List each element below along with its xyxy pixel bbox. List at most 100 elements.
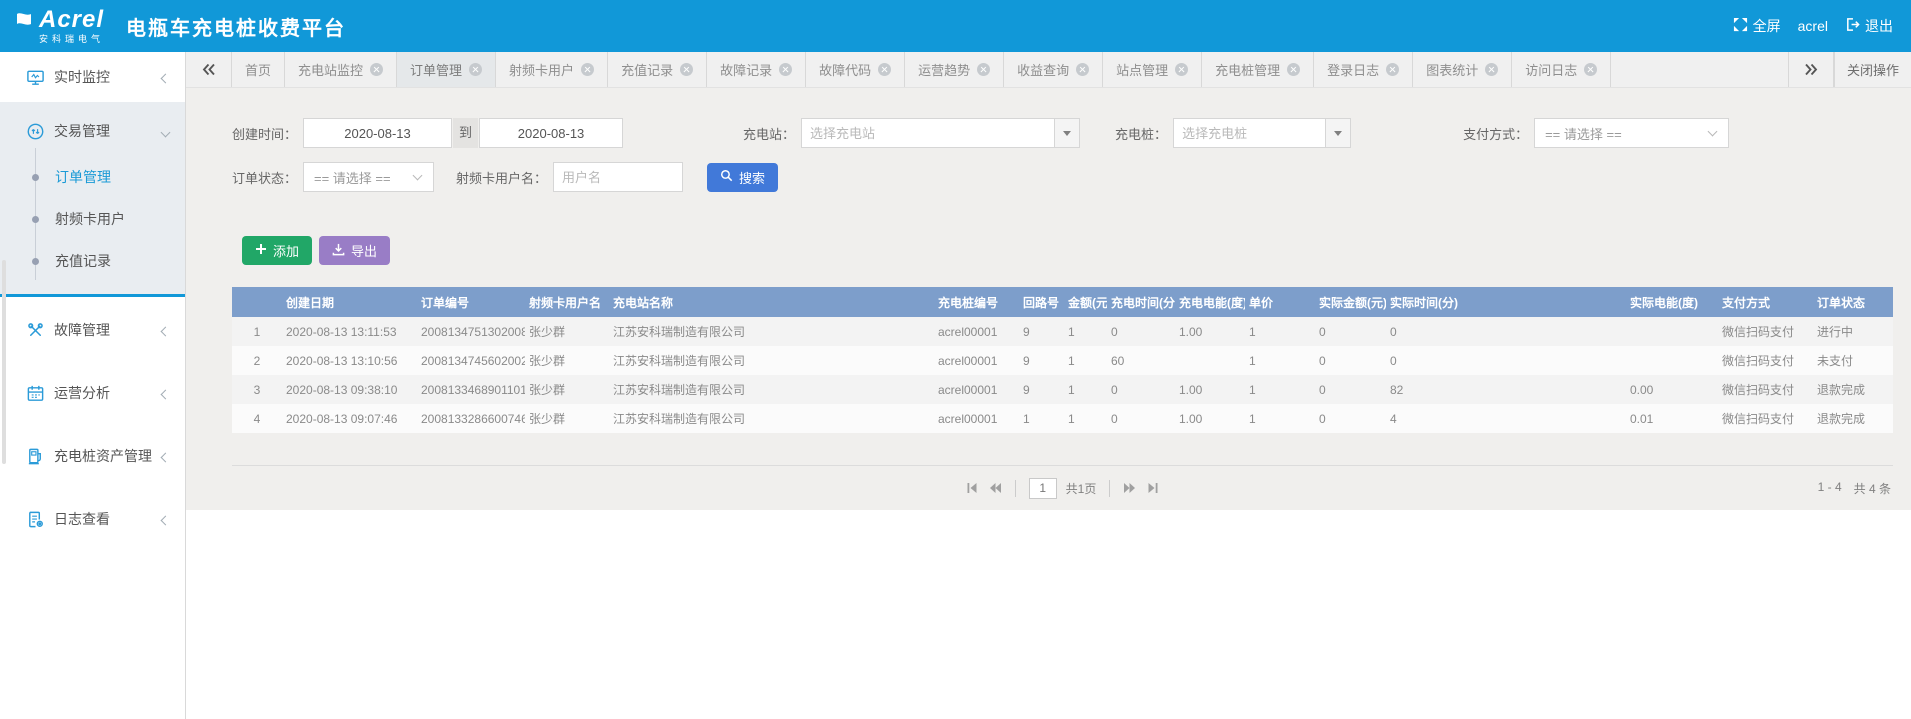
sidebar-item-recharge-record[interactable]: 充值记录 [0,240,185,282]
tab-rfid-user[interactable]: 射频卡用户 [496,52,608,87]
close-icon[interactable] [977,63,990,76]
table-cell: 2020-08-13 13:10:56 [282,346,417,375]
pile-input[interactable] [1173,118,1325,148]
table-cell: 张少群 [525,346,609,375]
sidebar-group-pile-asset-management[interactable]: 充电桩资产管理 [0,431,185,481]
fullscreen-icon [1733,17,1748,35]
log-document-icon [26,510,45,529]
table-cell: 0 [1315,404,1386,433]
pile-label: 充电桩： [1115,124,1167,143]
table-row[interactable]: 1 2020-08-13 13:11:53 2008134751302008 张… [232,317,1893,346]
rfid-user-input[interactable] [553,162,683,192]
first-page-icon[interactable] [965,481,979,495]
sidebar-group-transaction-management[interactable]: 交易管理 [0,106,185,156]
table-cell: 1 [1064,346,1107,375]
tab-order-management[interactable]: 订单管理 [397,52,496,87]
tab-pile-management[interactable]: 充电桩管理 [1202,52,1314,87]
tab-scroll-right-icon[interactable] [1788,52,1834,87]
close-icon[interactable] [1485,63,1498,76]
download-icon [332,243,345,259]
logo-subtitle: 安科瑞电气 [39,35,104,44]
tab-fault-record[interactable]: 故障记录 [707,52,806,87]
export-button[interactable]: 导出 [319,236,390,265]
close-icon[interactable] [779,63,792,76]
close-icon[interactable] [469,63,482,76]
tab-scroll-left-icon[interactable] [186,52,232,87]
table-cell: 9 [1019,346,1064,375]
bullet-icon [32,258,39,265]
pile-dropdown-button[interactable] [1325,118,1351,148]
sidebar-group-fault-management[interactable]: 故障管理 [0,305,185,355]
sidebar-group-realtime-monitor[interactable]: 实时监控 [0,52,185,102]
close-icon[interactable] [1584,63,1597,76]
close-operations-menu[interactable]: 关闭操作 [1834,52,1911,87]
close-icon[interactable] [1076,63,1089,76]
prev-page-icon[interactable] [988,481,1002,495]
add-button[interactable]: 添加 [242,236,312,265]
tab-recharge-record[interactable]: 充值记录 [608,52,707,87]
table-row[interactable]: 3 2020-08-13 09:38:10 2008133468901101 张… [232,375,1893,404]
table-cell: 0 [1386,317,1626,346]
username[interactable]: acrel [1798,18,1828,34]
close-icon[interactable] [878,63,891,76]
table-cell: 微信扫码支付 [1718,404,1813,433]
search-button[interactable]: 搜索 [707,163,778,192]
tab-revenue-query[interactable]: 收益查询 [1004,52,1103,87]
close-icon[interactable] [1386,63,1399,76]
table-cell: 江苏安科瑞制造有限公司 [609,404,934,433]
logout-button[interactable]: 退出 [1845,16,1893,36]
next-page-icon[interactable] [1123,481,1137,495]
table-cell: 张少群 [525,375,609,404]
col-create-date: 创建日期 [282,287,417,317]
close-icon[interactable] [1287,63,1300,76]
acrel-logo: Acrel 安科瑞电气 [14,8,104,44]
order-status-select[interactable]: == 请选择 == [303,162,434,192]
search-icon [720,169,733,185]
table-cell: 1.00 [1175,375,1245,404]
date-from-input[interactable] [303,118,452,148]
tab-station-monitor[interactable]: 充电站监控 [285,52,397,87]
table-cell: acrel00001 [934,404,1019,433]
table-row[interactable]: 2 2020-08-13 13:10:56 2008134745602002 张… [232,346,1893,375]
table-row[interactable]: 4 2020-08-13 09:07:46 2008133286600746 张… [232,404,1893,433]
chevron-left-icon [161,453,171,463]
table-cell: 1.00 [1175,317,1245,346]
station-dropdown-button[interactable] [1054,118,1080,148]
close-icon[interactable] [370,63,383,76]
close-icon[interactable] [680,63,693,76]
tab-site-management[interactable]: 站点管理 [1103,52,1202,87]
date-to-input[interactable] [479,118,623,148]
station-combo [801,118,1080,148]
sidebar-scrollbar[interactable] [2,260,6,464]
tab-home[interactable]: 首页 [232,52,285,87]
sidebar-item-order-management[interactable]: 订单管理 [0,156,185,198]
station-input[interactable] [801,118,1054,148]
sidebar-item-rfid-card-user[interactable]: 射频卡用户 [0,198,185,240]
tab-login-log[interactable]: 登录日志 [1314,52,1413,87]
table-cell: 2008134745602002 [417,346,525,375]
col-index [232,287,282,317]
tab-chart-statistics[interactable]: 图表统计 [1413,52,1512,87]
chevron-left-icon [161,390,171,400]
tab-access-log[interactable]: 访问日志 [1512,52,1611,87]
col-order-number: 订单编号 [417,287,525,317]
tab-operation-trend[interactable]: 运营趋势 [905,52,1004,87]
dropdown-arrow-icon [1063,131,1071,140]
page-number-input[interactable] [1029,478,1057,499]
table-cell: 0 [1107,404,1175,433]
fullscreen-button[interactable]: 全屏 [1733,16,1781,36]
sidebar-group-operation-analysis[interactable]: 运营分析 [0,368,185,418]
table-cell: 1 [1064,317,1107,346]
close-icon[interactable] [581,63,594,76]
date-range-to-label: 到 [453,118,478,148]
sidebar-group-log-view[interactable]: 日志查看 [0,494,185,544]
payment-select[interactable]: == 请选择 == [1534,118,1729,148]
tab-fault-code[interactable]: 故障代码 [806,52,905,87]
top-header: Acrel 安科瑞电气 电瓶车充电桩收费平台 全屏 acrel 退出 [0,0,1911,52]
col-order-status: 订单状态 [1813,287,1893,317]
close-icon[interactable] [1175,63,1188,76]
tools-icon [26,321,45,340]
last-page-icon[interactable] [1146,481,1160,495]
sidebar: 实时监控 交易管理 订单管理 射频卡用户 [0,52,186,719]
charging-pile-icon [26,447,45,466]
